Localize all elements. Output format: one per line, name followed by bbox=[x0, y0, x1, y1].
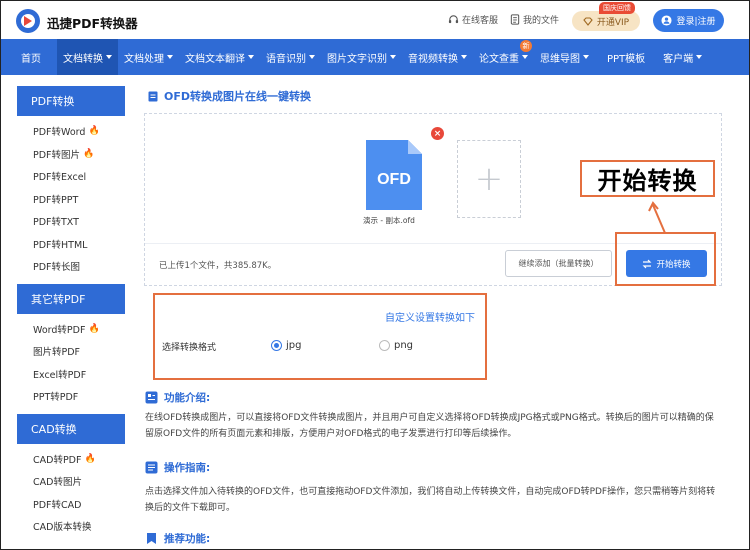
guide-text: 点击选择文件加入待转换的OFD文件，也可直接拖动OFD文件添加，我们将自动上传转… bbox=[145, 487, 716, 513]
sidebar-group-pdf-convert[interactable]: PDF转换 bbox=[17, 86, 125, 116]
sidebar-item-pdf-to-cad[interactable]: PDF转CAD bbox=[17, 493, 125, 516]
vip-button[interactable]: 开通VIP bbox=[572, 11, 640, 31]
sidebar-group-other-to-pdf[interactable]: 其它转PDF bbox=[17, 283, 125, 314]
chevron-down-icon bbox=[167, 55, 173, 59]
nav-item-mindmap[interactable]: 思维导图 bbox=[534, 39, 595, 75]
main-nav: 首页 文档转换 文档处理 文档文本翻译 语音识别 图片文字识别 音视频转换 论文… bbox=[1, 39, 749, 75]
my-files-label: 我的文件 bbox=[523, 16, 560, 26]
format-label: 选择转换格式 bbox=[162, 343, 217, 353]
chevron-down-icon bbox=[696, 55, 703, 59]
sidebar-item-cad-version[interactable]: CAD版本转换 bbox=[17, 515, 125, 538]
sidebar-item-pdf-to-ppt[interactable]: PDF转PPT bbox=[17, 188, 125, 211]
nav-item-home[interactable]: 首页 bbox=[15, 39, 47, 75]
chevron-down-icon bbox=[106, 55, 112, 59]
customer-service-link[interactable]: 在线客服 bbox=[448, 13, 498, 26]
sidebar: PDF转换 PDF转Word 🔥 PDF转图片 🔥 PDF转Excel PDF转PP… bbox=[17, 86, 125, 538]
intro-title: 功能介绍: bbox=[164, 392, 211, 404]
format-highlight bbox=[153, 293, 487, 380]
fire-icon: 🔥 bbox=[84, 453, 96, 464]
guide-heading: 操作指南: bbox=[145, 460, 210, 475]
nav-item-plagiarism[interactable]: 论文查重新 bbox=[473, 39, 534, 75]
recommend-heading: 推荐功能: bbox=[145, 531, 210, 546]
user-icon bbox=[661, 15, 673, 26]
chevron-down-icon bbox=[309, 55, 315, 59]
nav-item-media[interactable]: 音视频转换 bbox=[402, 39, 473, 75]
radio-jpg[interactable]: jpg bbox=[271, 340, 301, 351]
start-button-highlight bbox=[615, 232, 716, 286]
radio-unchecked-icon bbox=[379, 340, 390, 351]
customer-service-label: 在线客服 bbox=[462, 16, 499, 26]
radio-png[interactable]: png bbox=[379, 340, 413, 351]
sidebar-item-pdf-to-word[interactable]: PDF转Word 🔥 bbox=[17, 120, 125, 143]
headset-icon bbox=[448, 15, 459, 24]
promo-badge: 国庆回馈 bbox=[599, 2, 635, 14]
login-register-button[interactable]: 登录|注册 bbox=[653, 9, 724, 32]
brand-name[interactable]: 迅捷PDF转换器 bbox=[47, 13, 138, 32]
radio-png-label: png bbox=[394, 340, 414, 351]
fire-icon: 🔥 bbox=[88, 323, 100, 334]
nav-item-client[interactable]: 客户端 bbox=[657, 39, 708, 75]
continue-add-button[interactable]: 继续添加（批量转换） bbox=[505, 250, 612, 277]
nav-item-doc-process[interactable]: 文档处理 bbox=[118, 39, 179, 75]
chevron-down-icon bbox=[390, 55, 396, 59]
radio-jpg-label: jpg bbox=[286, 340, 302, 351]
sidebar-item-excel-to-pdf[interactable]: Excel转PDF bbox=[17, 363, 125, 386]
sidebar-item-pdf-to-long-image[interactable]: PDF转长图 bbox=[17, 255, 125, 278]
sidebar-group-cad-convert[interactable]: CAD转换 bbox=[17, 413, 125, 444]
ofd-file-icon[interactable]: OFD bbox=[366, 140, 422, 210]
sidebar-item-pdf-to-image[interactable]: PDF转图片 🔥 bbox=[17, 143, 125, 166]
doc-title-icon bbox=[148, 91, 158, 101]
intro-text: 在线OFD转换成图片，可以直接将OFD文件转换成图片，并且用户可自定义选择将OF… bbox=[145, 413, 714, 439]
chevron-down-icon bbox=[461, 55, 467, 59]
nav-item-doc-convert[interactable]: 文档转换 bbox=[57, 39, 118, 75]
start-convert-callout: 开始转换 bbox=[580, 160, 715, 197]
sidebar-item-pdf-to-excel[interactable]: PDF转Excel bbox=[17, 165, 125, 188]
radio-checked-icon bbox=[271, 340, 282, 351]
recommend-icon bbox=[147, 533, 156, 544]
fire-icon: 🔥 bbox=[83, 148, 95, 159]
vip-label: 开通VIP bbox=[596, 17, 630, 28]
document-icon bbox=[510, 14, 520, 25]
add-file-button[interactable]: + bbox=[457, 140, 521, 218]
my-files-link[interactable]: 我的文件 bbox=[510, 13, 559, 26]
upload-status: 已上传1个文件，共385.87K。 bbox=[159, 261, 277, 271]
file-name: 演示 - 副本.ofd bbox=[363, 216, 415, 225]
sidebar-item-cad-to-pdf[interactable]: CAD转PDF 🔥 bbox=[17, 448, 125, 471]
callout-arrow-icon bbox=[648, 201, 666, 234]
nav-item-translate[interactable]: 文档文本翻译 bbox=[179, 39, 260, 75]
guide-title: 操作指南: bbox=[164, 462, 211, 474]
fire-icon: 🔥 bbox=[88, 126, 100, 137]
chevron-down-icon bbox=[583, 55, 589, 59]
recommend-title: 推荐功能: bbox=[164, 533, 211, 545]
remove-file-icon[interactable]: × bbox=[431, 127, 444, 140]
sidebar-item-image-to-pdf[interactable]: 图片转PDF bbox=[17, 340, 125, 363]
guide-icon bbox=[145, 461, 158, 474]
nav-item-ocr[interactable]: 图片文字识别 bbox=[321, 39, 402, 75]
intro-icon bbox=[145, 391, 158, 404]
sidebar-item-word-to-pdf[interactable]: Word转PDF 🔥 bbox=[17, 318, 125, 341]
plus-icon: + bbox=[474, 159, 504, 199]
intro-heading: 功能介绍: bbox=[145, 390, 210, 405]
sidebar-item-cad-to-image[interactable]: CAD转图片 bbox=[17, 470, 125, 493]
nav-item-speech[interactable]: 语音识别 bbox=[260, 39, 321, 75]
login-label: 登录|注册 bbox=[676, 17, 716, 27]
page-title-text: OFD转换成图片在线一键转换 bbox=[164, 90, 311, 103]
brand-logo-icon[interactable] bbox=[15, 8, 41, 34]
page-title: OFD转换成图片在线一键转换 bbox=[148, 88, 311, 104]
chevron-down-icon bbox=[248, 55, 254, 59]
custom-settings-link[interactable]: 自定义设置转换如下 bbox=[385, 309, 475, 324]
sidebar-item-pdf-to-txt[interactable]: PDF转TXT bbox=[17, 210, 125, 233]
chevron-down-icon bbox=[522, 55, 528, 59]
sidebar-item-pdf-to-html[interactable]: PDF转HTML bbox=[17, 233, 125, 256]
sidebar-item-ppt-to-pdf[interactable]: PPT转PDF bbox=[17, 385, 125, 408]
ofd-file-label: OFD bbox=[377, 171, 411, 188]
nav-item-ppt[interactable]: PPT模板 bbox=[595, 39, 657, 75]
new-badge: 新 bbox=[520, 40, 532, 52]
diamond-icon bbox=[583, 16, 593, 26]
top-bar: 迅捷PDF转换器 在线客服 我的文件 开通VIP 国庆回馈 登录|注册 bbox=[1, 1, 749, 39]
